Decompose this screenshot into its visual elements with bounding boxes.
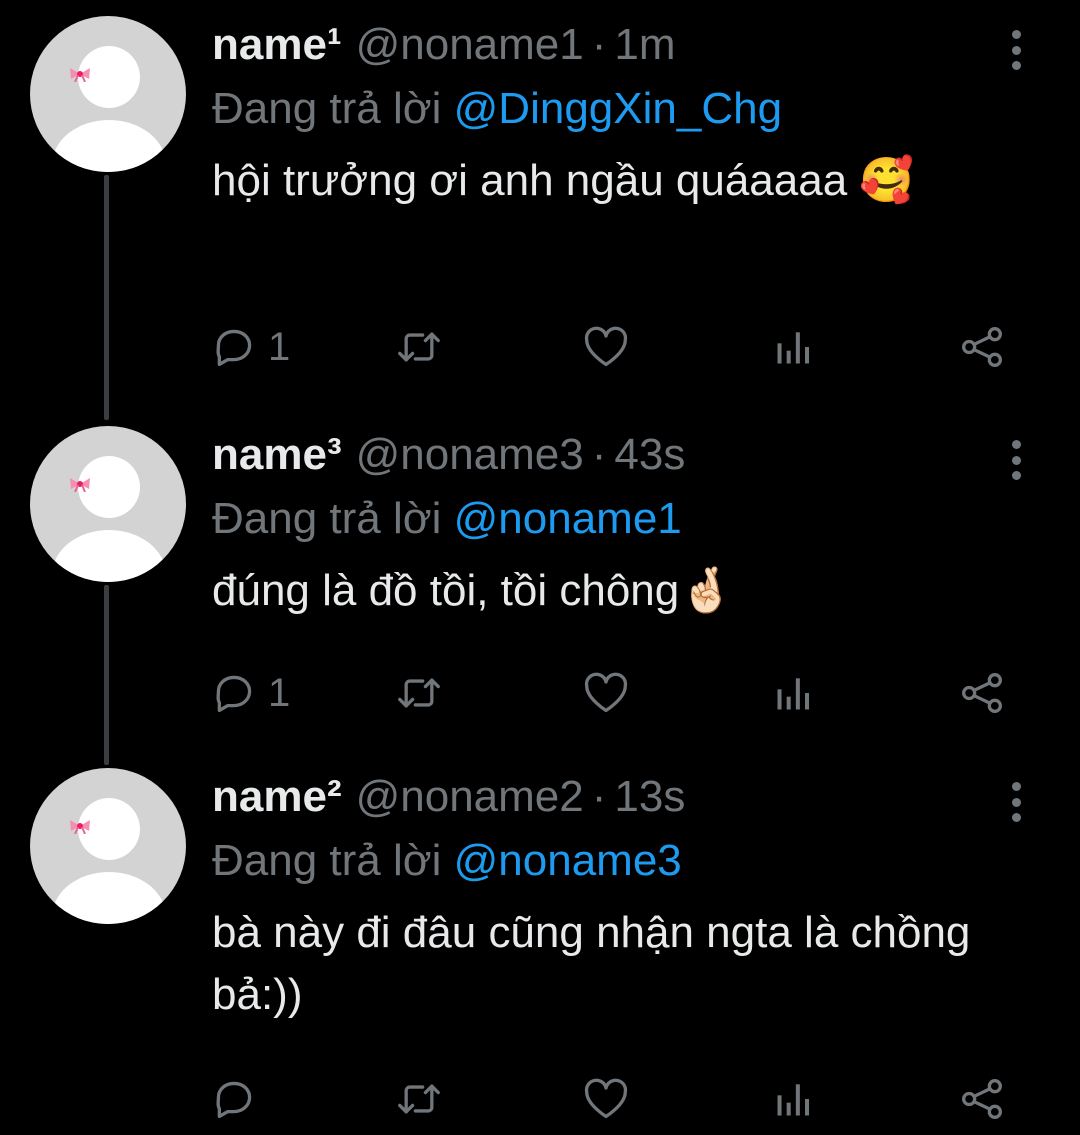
like-button[interactable] — [582, 668, 630, 718]
reply-icon — [216, 329, 252, 367]
tweet-header: name² @noname2 · 13s — [212, 772, 1010, 832]
reply-button[interactable]: 1 — [212, 322, 290, 372]
tweet-text: đúng là đồ tồi, tồi chông🤞🏻 — [212, 566, 735, 615]
tweet-text: bà này đi đâu cũng nhận ngta là chồng bả… — [212, 908, 971, 1019]
retweet-button[interactable] — [394, 1074, 444, 1124]
pink-bow-icon — [70, 478, 90, 492]
separator-dot: · — [591, 430, 607, 479]
user-handle[interactable]: @noname2 — [356, 772, 584, 822]
separator-dot: · — [591, 772, 607, 821]
more-options-icon[interactable] — [1004, 440, 1028, 480]
replying-to-label: Đang trả lời — [212, 494, 442, 543]
views-icon — [777, 332, 810, 364]
heart-icon — [584, 326, 628, 367]
user-handle[interactable]: @noname3 — [356, 430, 584, 480]
avatar[interactable] — [30, 768, 186, 924]
share-button[interactable] — [960, 668, 1004, 718]
tweet-content: name³ @noname3 · 43s Đang trả lời @nonam… — [212, 430, 1010, 622]
timestamp[interactable]: 43s — [614, 430, 685, 480]
reply-button[interactable]: 1 — [212, 668, 290, 718]
views-button[interactable] — [774, 1074, 814, 1124]
retweet-icon — [398, 332, 440, 362]
tweet[interactable]: name² @noname2 · 13s Đang trả lời @nonam… — [0, 752, 1080, 1135]
more-options-icon[interactable] — [1004, 30, 1028, 70]
retweet-button[interactable] — [394, 668, 444, 718]
timestamp[interactable]: 1m — [614, 20, 675, 70]
heart-icon — [584, 672, 628, 713]
tweet-actions: 1 — [212, 668, 1010, 718]
replying-to: Đang trả lời @noname1 — [212, 490, 1010, 548]
like-button[interactable] — [582, 1074, 630, 1124]
tweet-text: hội trưởng ơi anh ngầu quáaaaa 🥰 — [212, 156, 915, 205]
reply-count: 1 — [268, 670, 291, 715]
share-button[interactable] — [960, 1074, 1004, 1124]
share-button[interactable] — [960, 322, 1004, 372]
tweet-content: name² @noname2 · 13s Đang trả lời @nonam… — [212, 772, 1010, 1026]
share-icon — [962, 1079, 1002, 1119]
tweet-actions: 1 — [212, 322, 1010, 372]
reply-button[interactable] — [212, 1074, 268, 1124]
reply-icon — [216, 675, 252, 713]
tweet-header: name¹ @noname1 · 1m — [212, 20, 1010, 80]
share-icon — [962, 673, 1002, 713]
reply-icon — [216, 1081, 252, 1119]
retweet-icon — [398, 1084, 440, 1114]
like-button[interactable] — [582, 322, 630, 372]
tweet-header: name³ @noname3 · 43s — [212, 430, 1010, 490]
display-name[interactable]: name¹ — [212, 20, 342, 70]
separator-dot: · — [591, 20, 607, 69]
user-handle[interactable]: @noname1 — [356, 20, 584, 70]
reply-count: 1 — [268, 324, 291, 369]
mention-link[interactable]: @noname1 — [454, 494, 682, 543]
more-options-icon[interactable] — [1004, 782, 1028, 822]
tweet-content: name¹ @noname1 · 1m Đang trả lời @DinggX… — [212, 20, 1010, 212]
pink-bow-icon — [70, 68, 90, 82]
replying-to-label: Đang trả lời — [212, 836, 442, 885]
replying-to: Đang trả lời @noname3 — [212, 832, 1010, 890]
heart-icon — [584, 1078, 628, 1119]
replying-to: Đang trả lời @DinggXin_Chg — [212, 80, 1010, 138]
avatar[interactable] — [30, 16, 186, 172]
mention-link[interactable]: @DinggXin_Chg — [454, 84, 782, 133]
display-name[interactable]: name² — [212, 772, 342, 822]
avatar-body — [52, 530, 166, 582]
views-button[interactable] — [774, 322, 814, 372]
pink-bow-icon — [70, 820, 90, 834]
tweet[interactable]: name¹ @noname1 · 1m Đang trả lời @DinggX… — [0, 0, 1080, 400]
mention-link[interactable]: @noname3 — [454, 836, 682, 885]
retweet-icon — [398, 678, 440, 708]
avatar[interactable] — [30, 426, 186, 582]
display-name[interactable]: name³ — [212, 430, 342, 480]
avatar-body — [52, 120, 166, 172]
tweet-actions — [212, 1074, 1010, 1124]
retweet-button[interactable] — [394, 322, 444, 372]
views-icon — [777, 1084, 810, 1116]
share-icon — [962, 327, 1002, 367]
avatar-body — [52, 872, 166, 924]
tweet[interactable]: name³ @noname3 · 43s Đang trả lời @nonam… — [0, 410, 1080, 750]
views-icon — [777, 678, 810, 710]
views-button[interactable] — [774, 668, 814, 718]
replying-to-label: Đang trả lời — [212, 84, 442, 133]
reply-thread: name¹ @noname1 · 1m Đang trả lời @DinggX… — [0, 0, 1080, 1135]
timestamp[interactable]: 13s — [614, 772, 685, 822]
